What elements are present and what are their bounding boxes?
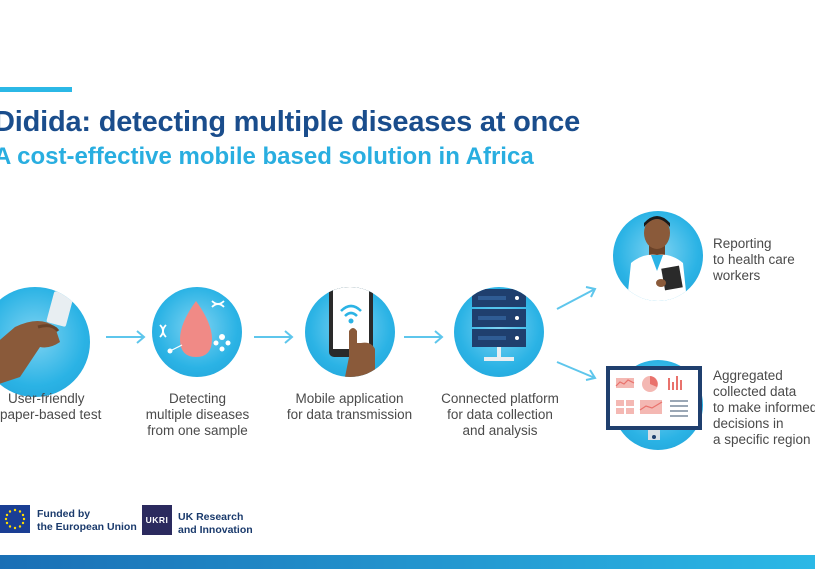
- arrow-icon: [106, 330, 146, 344]
- title-accent-bar: [0, 87, 72, 92]
- health-worker-illustration: [613, 211, 703, 301]
- ukri-logo: UKRI: [142, 505, 172, 535]
- arrow-icon: [404, 330, 444, 344]
- page-subtitle: A cost-effective mobile based solution i…: [0, 143, 534, 170]
- outcome-2-caption: Aggregated collected data to make inform…: [713, 368, 815, 447]
- step-4-caption: Connected platform for data collection a…: [441, 391, 559, 438]
- ukri-label: UK Research and Innovation: [178, 511, 253, 536]
- eu-flag-icon: [0, 505, 30, 533]
- mobile-phone-illustration: [305, 287, 395, 377]
- server-illustration: [454, 287, 544, 377]
- blood-drop-illustration: [152, 287, 242, 377]
- arrow-icon: [556, 361, 597, 381]
- step-2-caption: Detecting multiple diseases from one sam…: [145, 391, 250, 438]
- outcome-1-caption: Reporting to health care workers: [713, 236, 795, 283]
- blood-drop-dna-icon: [159, 300, 231, 357]
- eu-funding-label: Funded by the European Union: [37, 508, 137, 533]
- step-1-caption: User-friendly paper-based test: [0, 391, 102, 422]
- page-title: Didida: detecting multiple diseases at o…: [0, 106, 581, 138]
- step-3-caption: Mobile application for data transmission: [286, 391, 413, 422]
- arrow-icon: [556, 286, 597, 310]
- hand-holding-test-strip-icon: [0, 291, 74, 384]
- paper-test-illustration: [0, 287, 90, 397]
- server-rack-icon: [472, 289, 526, 361]
- arrow-icon: [254, 330, 294, 344]
- smartphone-icon: [329, 287, 375, 377]
- doctor-icon: [627, 216, 687, 301]
- monitor-dashboard-icon: [606, 366, 702, 440]
- footer-gradient-bar: [0, 555, 815, 569]
